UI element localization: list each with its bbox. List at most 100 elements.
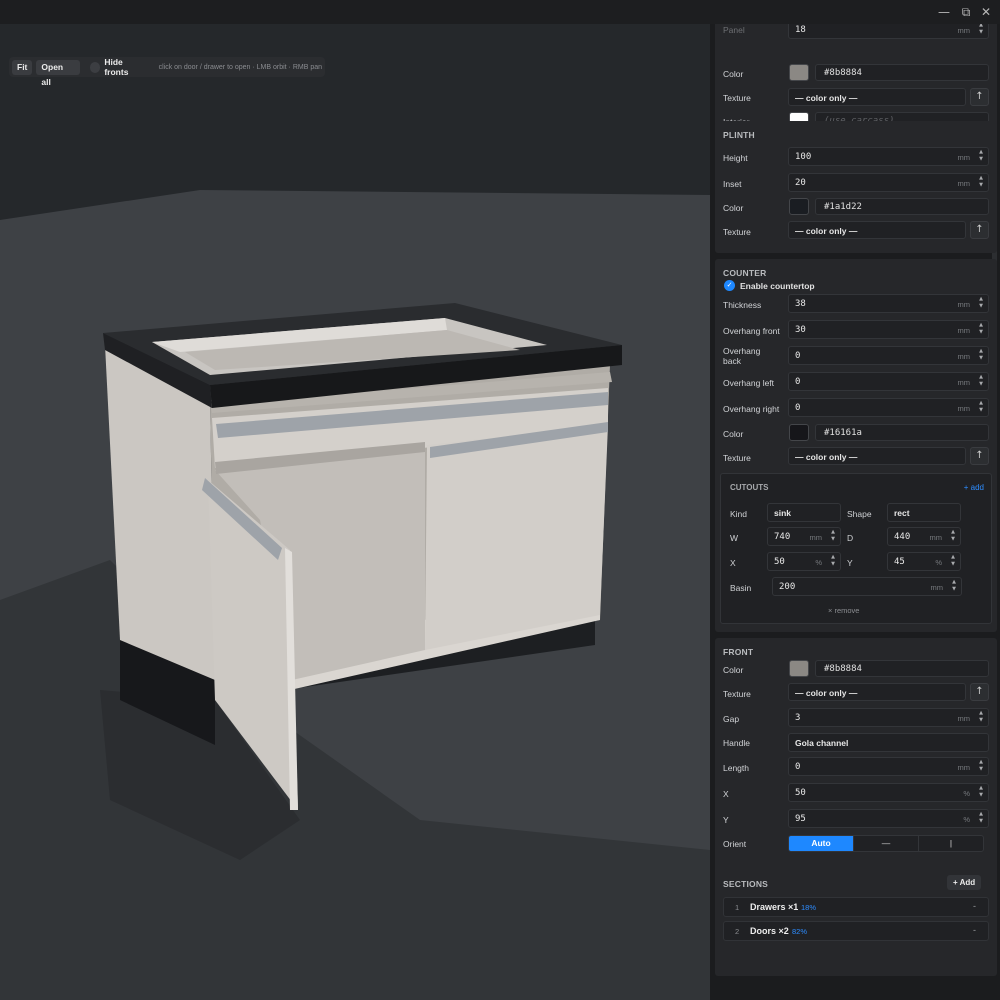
stepper-icon[interactable]: ▲ ▼ [976,374,986,389]
gap-value: 3 [795,713,801,723]
enable-countertop-checkbox[interactable]: ✓ [724,280,735,291]
plinth-inset-input[interactable]: 20 mm ▲ ▼ [788,173,989,192]
cutout-y-input[interactable]: 45 % ▲ ▼ [887,552,961,571]
stepper-icon[interactable]: ▲ ▼ [949,579,959,594]
cabinet-scene[interactable] [0,24,710,1000]
stepper-icon[interactable]: ▲ ▼ [948,529,958,544]
overhang-left-value: 0 [795,377,801,387]
toggle-circle-icon[interactable] [89,61,101,73]
kind-select[interactable]: sink [767,503,841,522]
upload-icon[interactable]: ↑ [970,683,989,701]
carcass-color-hex-input[interactable]: #8b8884 [815,64,989,81]
hide-fronts-toggle[interactable]: Hide fronts [89,57,149,77]
overhang-front-value: 30 [795,325,806,335]
stepper-icon[interactable]: ▲ ▼ [976,710,986,725]
properties-sidebar[interactable]: Panel 18 mm ▲ ▼ Color #8b8884 Texture — c… [710,24,1000,1000]
stepper-icon[interactable]: ▲ ▼ [828,529,838,544]
front-texture-select[interactable]: — color only — [788,683,966,701]
gap-input[interactable]: 3 mm ▲ ▼ [788,708,989,727]
w-label: W [730,533,739,543]
remove-cutout-button[interactable]: × remove [828,606,859,615]
unit-label: mm [930,583,944,592]
front-y-input[interactable]: 95 % ▲ ▼ [788,809,989,828]
section-item[interactable]: 1 Drawers ×1 18% - [723,897,989,917]
front-color-hex-input[interactable]: #8b8884 [815,660,989,677]
orient-segmented-control[interactable]: Auto — | [788,835,984,852]
orient-label: Orient [723,839,747,849]
carcass-texture-select[interactable]: — color only — [788,88,966,106]
counter-color-swatch[interactable] [789,424,809,441]
handle-select[interactable]: Gola channel [788,733,989,752]
length-input[interactable]: 0 mm ▲ ▼ [788,757,989,776]
hide-fronts-label: Hide fronts [104,57,129,77]
panel-label: Panel [723,25,745,35]
counter-texture-select[interactable]: — color only — [788,447,966,465]
front-color-swatch[interactable] [789,660,809,677]
upload-icon[interactable]: ↑ [970,221,989,239]
orient-vertical-option[interactable]: | [919,836,983,851]
upload-icon[interactable]: ↑ [970,88,989,106]
maximize-button[interactable]: ⧉ [956,3,976,21]
length-label: Length [723,763,749,773]
sections-title: SECTIONS [723,879,769,889]
front-x-input[interactable]: 50 % ▲ ▼ [788,783,989,802]
plinth-height-value: 100 [795,152,812,162]
add-cutout-button[interactable]: + add [964,483,984,492]
stepper-icon[interactable]: ▲ ▼ [828,554,838,569]
remove-section-button[interactable]: - [973,925,976,935]
counter-color-hex-input[interactable]: #16161a [815,424,989,441]
stepper-icon[interactable]: ▲ ▼ [976,348,986,363]
cutout-x-input[interactable]: 50 % ▲ ▼ [767,552,841,571]
section-index: 1 [735,903,740,912]
overhang-back-input[interactable]: 0 mm ▲ ▼ [788,346,989,365]
stepper-icon[interactable]: ▲ ▼ [976,322,986,337]
plinth-texture-select[interactable]: — color only — [788,221,966,239]
plinth-color-hex-input[interactable]: #1a1d22 [815,198,989,215]
carcass-color-swatch[interactable] [789,64,809,81]
close-button[interactable]: ✕ [976,3,996,21]
open-all-button[interactable]: Open all [36,59,80,87]
stepper-icon[interactable]: ▲ ▼ [976,296,986,311]
stepper-icon[interactable]: ▲ ▼ [976,149,986,164]
counter-title: COUNTER [723,268,767,278]
overhang-left-input[interactable]: 0 mm ▲ ▼ [788,372,989,391]
orient-horizontal-option[interactable]: — [854,836,919,851]
cutout-width-input[interactable]: 740 mm ▲ ▼ [767,527,841,546]
unit-label: mm [957,404,971,413]
stepper-icon[interactable]: ▲ ▼ [976,24,986,37]
stepper-icon[interactable]: ▲ ▼ [976,759,986,774]
panel-thickness-input[interactable]: 18 mm ▲ ▼ [788,24,989,39]
shape-value: rect [894,508,910,518]
overhang-right-input[interactable]: 0 mm ▲ ▼ [788,398,989,417]
stepper-icon[interactable]: ▲ ▼ [976,175,986,190]
plinth-color-label: Color [723,203,744,213]
stepper-icon[interactable]: ▲ ▼ [976,785,986,800]
basin-depth-input[interactable]: 200 mm ▲ ▼ [772,577,962,596]
door-right[interactable] [425,425,608,650]
minimize-button[interactable]: — [934,3,954,21]
upload-icon[interactable]: ↑ [970,447,989,465]
viewport-3d[interactable]: Fit Open all Hide fronts click on door /… [0,24,710,1000]
front-y-value: 95 [795,814,806,824]
app-window: — ⧉ ✕ Fit Open all Hide fronts click on … [0,0,1000,1000]
orient-auto-option[interactable]: Auto [789,836,854,851]
shape-select[interactable]: rect [887,503,961,522]
remove-section-button[interactable]: - [973,901,976,911]
overhang-back-label: Overhang back [723,346,761,366]
panel-thickness-value: 18 [795,25,806,35]
fit-button[interactable]: Fit [12,59,33,75]
section-item[interactable]: 2 Doors ×2 82% - [723,921,989,941]
stepper-icon[interactable]: ▲ ▼ [976,811,986,826]
thickness-input[interactable]: 38 mm ▲ ▼ [788,294,989,313]
overhang-right-value: 0 [795,403,801,413]
cutout-depth-input[interactable]: 440 mm ▲ ▼ [887,527,961,546]
plinth-texture-label: Texture [723,227,751,237]
overhang-front-input[interactable]: 30 mm ▲ ▼ [788,320,989,339]
plinth-color-swatch[interactable] [789,198,809,215]
counter-section: COUNTER ✓ Enable countertop Thickness 38… [715,259,997,632]
section-pct: 82% [792,927,808,936]
add-section-button[interactable]: + Add [947,875,982,890]
stepper-icon[interactable]: ▲ ▼ [976,400,986,415]
stepper-icon[interactable]: ▲ ▼ [948,554,958,569]
plinth-height-input[interactable]: 100 mm ▲ ▼ [788,147,989,166]
